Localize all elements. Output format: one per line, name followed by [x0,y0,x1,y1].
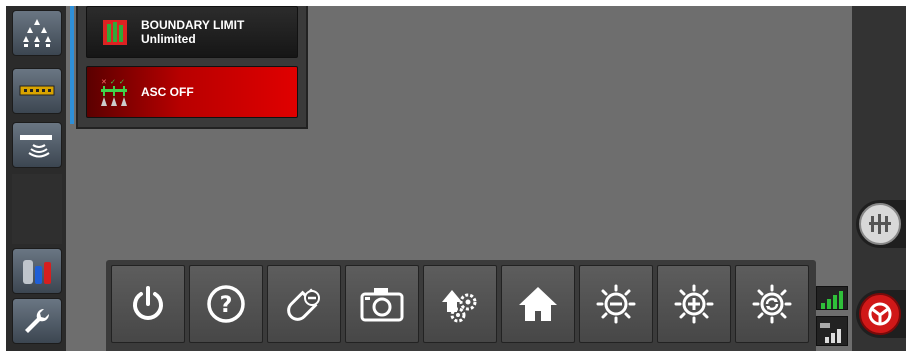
brightness-up-button[interactable] [657,265,731,343]
svg-text:✓: ✓ [110,78,116,86]
steering-config-button[interactable] [856,200,906,248]
status-panel: BOUNDARY LIMIT Unlimited ✕ ✓ ✓ ASC OFF [76,6,308,129]
signal-bars-icon [821,291,843,309]
sidebar-boom-button[interactable] [12,68,62,114]
svg-text:?: ? [220,293,233,318]
brightness-auto-button[interactable] [735,265,809,343]
boundary-limit-title: BOUNDARY LIMIT [141,18,245,32]
svg-text:✕: ✕ [101,78,107,86]
svg-text:✓: ✓ [119,78,125,86]
brightness-down-button[interactable] [579,265,653,343]
implement-sensor-icon [20,135,52,158]
camera-icon [360,288,404,322]
tank-levels-icon [23,260,51,284]
usb-button[interactable] [267,265,341,343]
autosteer-engage-button[interactable] [856,290,906,338]
sidebar-empty-slot [12,174,62,244]
bottom-toolbar: ? [106,260,816,351]
asc-label: ASC OFF [141,85,194,99]
asc-sprayer-icon: ✕ ✓ ✓ [99,76,131,108]
boundary-limit-status[interactable]: BOUNDARY LIMIT Unlimited [86,6,298,58]
asc-status[interactable]: ✕ ✓ ✓ ASC OFF [86,66,298,118]
accent-strip [70,6,74,124]
left-sidebar [6,6,66,351]
brightness-up-icon [674,284,714,324]
boom-sections-icon [19,85,55,96]
setup-button[interactable] [423,265,497,343]
gps-signal-indicator [816,286,848,310]
usb-icon [287,288,320,321]
power-button[interactable] [111,265,185,343]
help-icon: ? [207,285,245,323]
boundary-limit-value: Unlimited [141,32,196,46]
right-sidebar [852,6,906,351]
sidebar-settings-button[interactable] [12,298,62,344]
autosteer-engage-icon [859,293,901,335]
sidebar-sensor-button[interactable] [12,122,62,168]
setup-icon [442,290,477,323]
home-button[interactable] [501,265,575,343]
home-icon [519,287,557,321]
wrench-icon [25,308,50,333]
sidebar-tanks-button[interactable] [12,248,62,294]
sidebar-sprayer-button[interactable] [12,10,62,56]
display-screen: BOUNDARY LIMIT Unlimited ✕ ✓ ✓ ASC OFF ? [6,6,906,351]
camera-button[interactable] [345,265,419,343]
steering-config-icon [859,203,901,245]
boundary-icon [99,16,131,48]
power-icon [133,286,163,320]
help-button[interactable]: ? [189,265,263,343]
radio-bars-icon [820,323,841,343]
boundary-limit-text: BOUNDARY LIMIT Unlimited [141,18,244,46]
brightness-auto-icon [752,284,792,324]
sprayer-nozzles-icon [23,19,51,47]
radio-signal-indicator [816,316,848,346]
brightness-down-icon [596,284,636,324]
